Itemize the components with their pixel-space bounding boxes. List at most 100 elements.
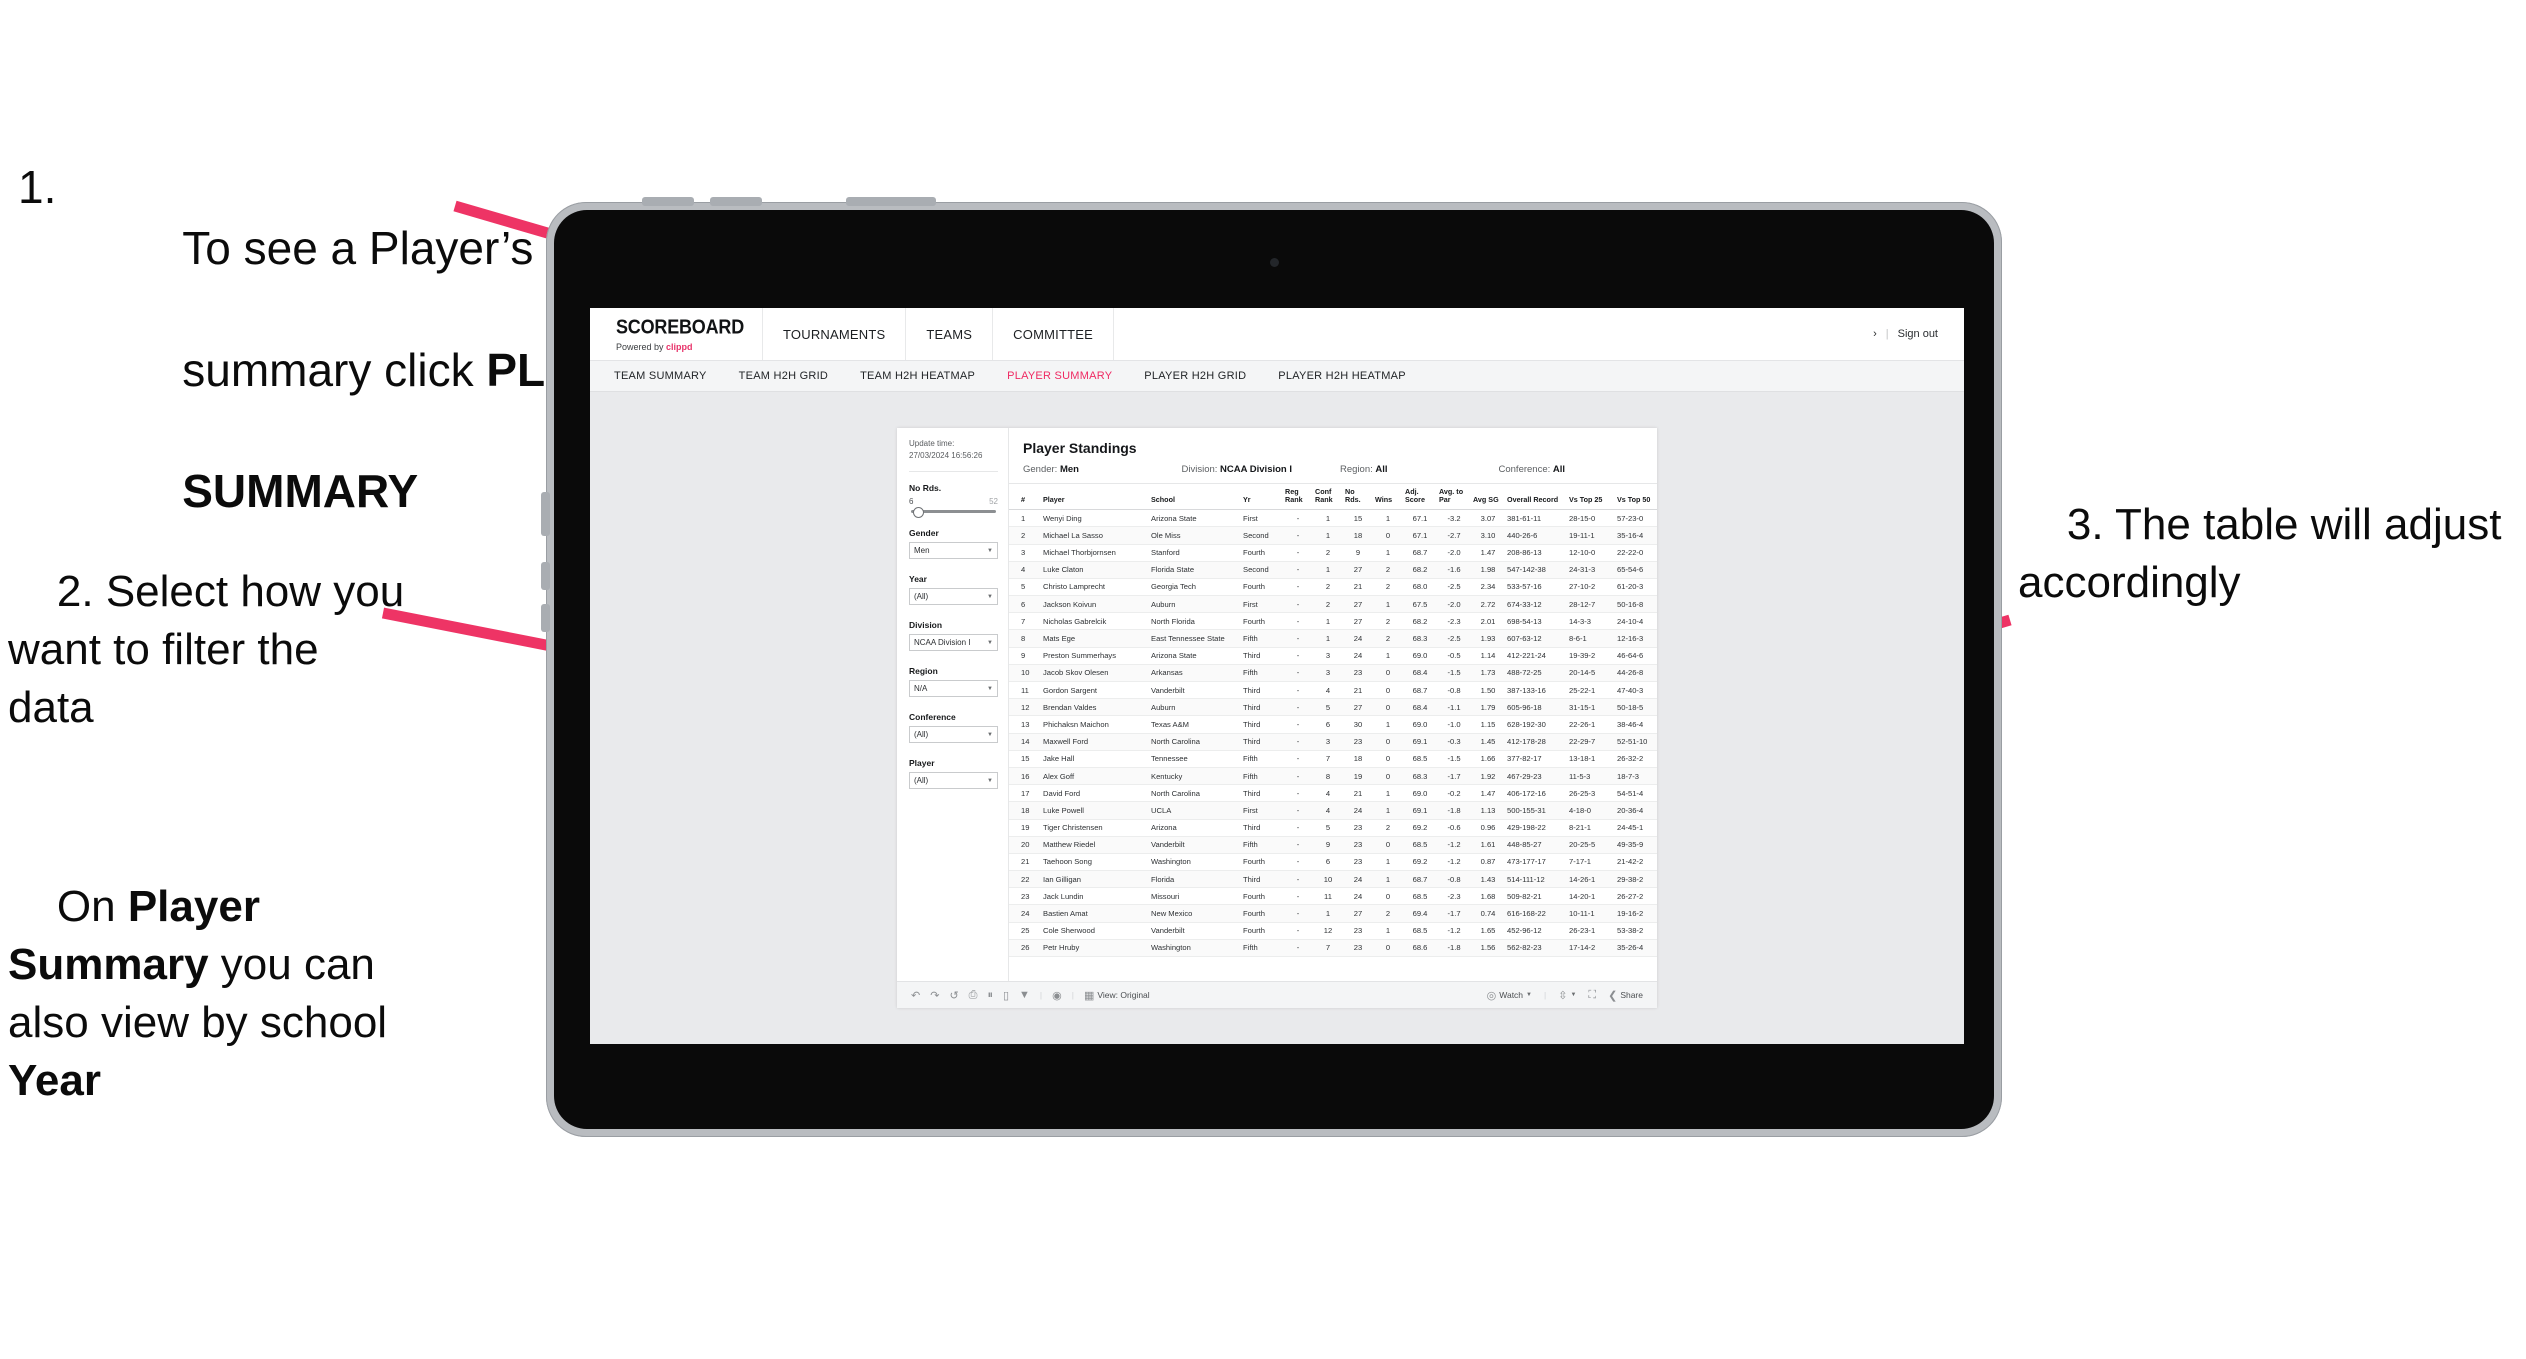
brand-logo[interactable]: SCOREBOARD Powered by clippd <box>590 308 764 360</box>
table-row[interactable]: 26 Petr Hruby Washington Fifth -7 23 0 68.6 -1.8… <box>1009 939 1657 958</box>
cell-rank: 23 <box>1009 887 1041 906</box>
table-row[interactable]: 8 Mats Ege East Tennessee State Fifth -1 24 2 6… <box>1009 629 1657 648</box>
account-chevron-icon[interactable]: › <box>1873 328 1877 340</box>
col-overall-record[interactable]: Overall Record <box>1505 484 1567 511</box>
table-row[interactable]: 2 Michael La Sasso Ole Miss Second -1 18 0 67.1… <box>1009 526 1657 545</box>
download-icon: ⇳ <box>1558 989 1568 1002</box>
filter-year-select[interactable]: (All) ▼ <box>909 588 998 606</box>
power-button[interactable] <box>846 197 936 206</box>
filter-player-select[interactable]: (All) ▼ <box>909 772 998 790</box>
table-row[interactable]: 7 Nicholas Gabrelcik North Florida Fourth -1… <box>1009 612 1657 631</box>
col-avg-to-par[interactable]: Avg. to Par <box>1437 484 1471 511</box>
col-no-rds[interactable]: No Rds. <box>1343 484 1373 511</box>
share-button[interactable]: ❮ Share <box>1608 989 1643 1002</box>
cell-avg-to-par: -1.7 <box>1437 904 1471 923</box>
device-layout-icon[interactable]: ▯ <box>1003 989 1009 1002</box>
cell-school: Auburn <box>1149 595 1241 614</box>
col-vs-top-50[interactable]: Vs Top 50 <box>1615 484 1657 511</box>
table-row[interactable]: 17 David Ford North Carolina Third -4 21 1 69.0… <box>1009 784 1657 803</box>
sign-out-link[interactable]: Sign out <box>1898 328 1938 340</box>
table-row[interactable]: 13 Phichaksn Maichon Texas A&M Third -6 30 1 69… <box>1009 715 1657 734</box>
cell-overall-record: 473-177-17 <box>1505 853 1567 872</box>
table-row[interactable]: 4 Luke Claton Florida State Second -1 27 2 68.2… <box>1009 561 1657 579</box>
help-icon[interactable]: ◉ <box>1052 989 1062 1002</box>
col-avg-sg[interactable]: Avg SG <box>1471 484 1505 511</box>
col-conf-rank[interactable]: Conf Rank <box>1313 484 1343 511</box>
cell-no-rds: 27 <box>1343 612 1373 631</box>
table-row[interactable]: 25 Cole Sherwood Vanderbilt Fourth -12 23 1 68.… <box>1009 922 1657 940</box>
table-row[interactable]: 6 Jackson Koivun Auburn First -2 27 1 67.5 -2.0 2… <box>1009 595 1657 614</box>
update-time-value: 27/03/2024 16:56:26 <box>909 450 983 460</box>
col-rank[interactable]: # <box>1009 484 1041 511</box>
col-vs-top-25[interactable]: Vs Top 25 <box>1567 484 1615 511</box>
filter-gender-select[interactable]: Men ▼ <box>909 542 998 560</box>
volume-down-button[interactable] <box>710 197 762 206</box>
table-row[interactable]: 12 Brendan Valdes Auburn Third -5 27 0 68.4 -1.1… <box>1009 698 1657 717</box>
volume-up-button[interactable] <box>642 197 694 206</box>
col-adj-score[interactable]: Adj. Score <box>1403 484 1437 511</box>
table-row[interactable]: 1 Wenyi Ding Arizona State First -1 15 1 67.1 -3… <box>1009 509 1657 528</box>
table-row[interactable]: 21 Taehoon Song Washington Fourth -6 23 1 69.2-… <box>1009 853 1657 872</box>
no-rds-slider[interactable] <box>911 507 996 519</box>
table-row[interactable]: 10 Jacob Skov Olesen Arkansas Fifth -3 23 0 68.… <box>1009 664 1657 683</box>
table-row[interactable]: 9 Preston Summerhays Arizona State Third -3 2… <box>1009 647 1657 665</box>
watch-button[interactable]: ◎ Watch ▼ <box>1487 989 1532 1002</box>
table-row[interactable]: 15 Jake Hall Tennessee Fifth -7 18 0 68.5 -1.5 1.… <box>1009 750 1657 768</box>
cell-player: Petr Hruby <box>1041 939 1149 958</box>
table-row[interactable]: 5 Christo Lamprecht Georgia Tech Fourth -2 21… <box>1009 578 1657 597</box>
side-button-2[interactable] <box>541 562 550 590</box>
subnav-item-player-summary[interactable]: PLAYER SUMMARY <box>1007 370 1130 382</box>
col-yr[interactable]: Yr <box>1241 484 1283 511</box>
fullscreen-button[interactable]: ⛶ <box>1588 989 1596 1002</box>
cell-adj-score: 68.6 <box>1403 939 1437 958</box>
side-button-3[interactable] <box>541 604 550 632</box>
cell-wins: 0 <box>1373 733 1403 751</box>
filter-conference-select[interactable]: (All) ▼ <box>909 726 998 744</box>
pause-icon[interactable]: ⏸ <box>987 989 993 1002</box>
table-row[interactable]: 14 Maxwell Ford North Carolina Third -3 23 0 69… <box>1009 733 1657 751</box>
table-row[interactable]: 3 Michael Thorbjornsen Stanford Fourth -2 9 1 6… <box>1009 544 1657 562</box>
revert-icon[interactable]: ↺ <box>949 989 958 1002</box>
cell-rank: 16 <box>1009 767 1041 786</box>
subnav-item-player-h2h-heatmap[interactable]: PLAYER H2H HEATMAP <box>1278 370 1424 382</box>
filter-gender: Gender Men ▼ <box>909 528 998 560</box>
subnav-item-team-h2h-heatmap[interactable]: TEAM H2H HEATMAP <box>860 370 993 382</box>
col-reg-rank[interactable]: Reg Rank <box>1283 484 1313 511</box>
col-wins[interactable]: Wins <box>1373 484 1403 511</box>
standings-table-wrapper[interactable]: # Player School Yr Reg Rank Conf Rank No… <box>1009 484 1657 981</box>
table-row[interactable]: 20 Matthew Riedel Vanderbilt Fifth -9 23 0 68.5… <box>1009 836 1657 854</box>
table-row[interactable]: 18 Luke Powell UCLA First -4 24 1 69.1 -1.8 1.13 5… <box>1009 801 1657 820</box>
table-row[interactable]: 19 Tiger Christensen Arizona Third -5 23 2 69.2… <box>1009 819 1657 837</box>
no-rds-slider-handle[interactable] <box>913 507 924 519</box>
cell-yr: Fifth <box>1241 767 1283 786</box>
cell-conf-rank: 1 <box>1313 526 1343 545</box>
cell-avg-to-par: -1.6 <box>1437 561 1471 579</box>
cell-vs-top-25: 22-26-1 <box>1567 715 1615 734</box>
col-player[interactable]: Player <box>1041 484 1149 511</box>
subnav-item-team-h2h-grid[interactable]: TEAM H2H GRID <box>739 370 846 382</box>
side-button-1[interactable] <box>541 492 550 536</box>
chevron-down-icon[interactable]: ▼ <box>1019 989 1030 1001</box>
topnav-item-committee[interactable]: COMMITTEE <box>993 308 1114 360</box>
subnav-item-player-h2h-grid[interactable]: PLAYER H2H GRID <box>1144 370 1264 382</box>
table-row[interactable]: 22 Ian Gilligan Florida Third -10 24 1 68.7 -0.8… <box>1009 870 1657 889</box>
refresh-icon[interactable]: ⎙ <box>969 989 978 1002</box>
cell-no-rds: 18 <box>1343 750 1373 768</box>
topnav-item-teams[interactable]: TEAMS <box>906 308 994 360</box>
table-row[interactable]: 24 Bastien Amat New Mexico Fourth -1 27 2 69.4-… <box>1009 904 1657 923</box>
redo-icon[interactable]: ↷ <box>930 989 939 1002</box>
subnav-item-team-summary[interactable]: TEAM SUMMARY <box>614 370 725 382</box>
table-row[interactable]: 16 Alex Goff Kentucky Fifth -8 19 0 68.3 -1.7 1.9… <box>1009 767 1657 786</box>
col-school[interactable]: School <box>1149 484 1241 511</box>
topnav-item-tournaments[interactable]: TOURNAMENTS <box>763 308 907 360</box>
download-button[interactable]: ⇳ ▼ <box>1558 989 1576 1002</box>
filter-region-select[interactable]: N/A ▼ <box>909 680 998 698</box>
cell-reg-rank: - <box>1283 853 1313 872</box>
cell-overall-record: 406-172-16 <box>1505 784 1567 803</box>
view-original-button[interactable]: ▦ View: Original <box>1084 989 1150 1002</box>
filter-division-select[interactable]: NCAA Division I ▼ <box>909 634 998 652</box>
table-row[interactable]: 23 Jack Lundin Missouri Fourth -11 24 0 68.5 -2.… <box>1009 887 1657 906</box>
undo-icon[interactable]: ↶ <box>911 989 920 1002</box>
cell-conf-rank: 1 <box>1313 904 1343 923</box>
table-row[interactable]: 11 Gordon Sargent Vanderbilt Third -4 21 0 68.7… <box>1009 681 1657 700</box>
